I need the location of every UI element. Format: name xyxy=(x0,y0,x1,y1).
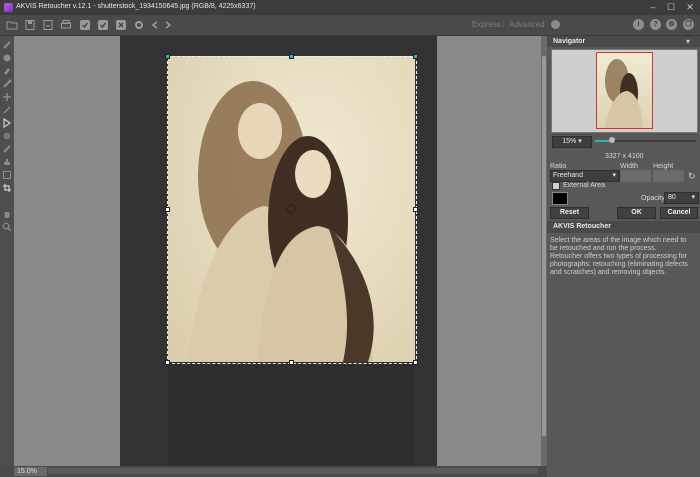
save-as-icon[interactable] xyxy=(42,19,54,31)
crop-handle-right[interactable] xyxy=(413,207,418,212)
ratio-value: Freehand xyxy=(553,172,583,179)
help-text: Select the areas of the image which need… xyxy=(550,237,694,277)
help-paragraph-2: Retoucher offers two types of processing… xyxy=(550,253,688,276)
chisel-icon[interactable] xyxy=(2,131,12,141)
image-dimensions: 3327 x 4100 xyxy=(605,153,644,160)
info-icon[interactable]: i xyxy=(633,19,644,30)
patch-icon[interactable] xyxy=(2,170,12,180)
pencil-icon[interactable] xyxy=(2,92,12,102)
close-button[interactable]: ✕ xyxy=(683,2,697,13)
help-paragraph-1: Select the areas of the image which need… xyxy=(550,237,687,252)
cancel-icon[interactable] xyxy=(115,19,127,31)
redo-icon[interactable] xyxy=(162,19,174,31)
crop-handle-left[interactable] xyxy=(165,207,170,212)
crop-handle-bottom-right[interactable] xyxy=(413,360,418,365)
crop-handle-top-left[interactable] xyxy=(165,54,170,59)
ok-button[interactable]: OK xyxy=(617,207,656,219)
navigator-view-frame[interactable] xyxy=(596,52,653,129)
print-icon[interactable] xyxy=(60,19,72,31)
stamp-icon[interactable] xyxy=(2,157,12,167)
minimize-button[interactable]: ‒ xyxy=(646,2,660,13)
crop-handle-top-right[interactable] xyxy=(413,54,418,59)
crop-handle-top[interactable] xyxy=(289,54,294,59)
main-toolbar: Express | Advanced i ? ⚙ ❐ xyxy=(0,15,700,36)
opacity-dropdown-icon: ▾ xyxy=(691,194,695,201)
opacity-input[interactable]: 80 ▾ xyxy=(664,192,699,204)
navigator-zoom-value: 15% xyxy=(562,138,577,145)
bucket-icon[interactable] xyxy=(2,118,12,128)
width-label: Width xyxy=(620,163,638,170)
help-title: AKVIS Retoucher xyxy=(553,223,611,230)
navigator-zoom-select[interactable]: 15% ▾ xyxy=(552,136,592,148)
crop-icon[interactable] xyxy=(2,183,12,193)
photo-outside-crop xyxy=(168,362,415,470)
crop-handle-bottom[interactable] xyxy=(289,360,294,365)
vertical-scroll-thumb[interactable] xyxy=(542,56,546,436)
navigator-zoom-slider-handle[interactable] xyxy=(609,137,615,143)
gear-icon[interactable]: ⚙ xyxy=(666,19,677,30)
app-logo-icon xyxy=(4,3,13,12)
crop-handle-bottom-left[interactable] xyxy=(165,360,170,365)
panel-toggle-icon[interactable]: ❐ xyxy=(683,19,694,30)
height-input[interactable] xyxy=(653,170,684,182)
reset-button[interactable]: Reset xyxy=(550,207,589,219)
external-area-color-swatch[interactable] xyxy=(552,192,568,205)
opacity-value: 80 xyxy=(668,194,676,201)
navigator-title: Navigator xyxy=(553,38,586,45)
history-brush-icon[interactable] xyxy=(2,144,12,154)
tube-icon[interactable] xyxy=(2,79,12,89)
save-icon[interactable] xyxy=(24,19,36,31)
mode-express[interactable]: Express xyxy=(472,20,501,29)
swap-dimensions-icon[interactable]: ↻ xyxy=(688,171,696,182)
selection-arrow-icon[interactable] xyxy=(2,105,12,115)
ratio-select[interactable]: Freehand ▾ xyxy=(550,170,620,182)
mode-separator: | xyxy=(502,20,505,29)
brush-icon[interactable] xyxy=(2,40,12,50)
hand-icon[interactable] xyxy=(2,209,12,219)
external-area-checkbox[interactable] xyxy=(552,182,560,190)
settings-icon[interactable] xyxy=(133,19,145,31)
external-area-label: External Area xyxy=(563,182,606,189)
width-input[interactable] xyxy=(620,170,651,182)
undo-icon[interactable] xyxy=(149,19,161,31)
open-icon[interactable] xyxy=(6,19,18,31)
maximize-button[interactable]: ☐ xyxy=(664,2,678,13)
zoom-level[interactable]: 15.0% xyxy=(14,467,47,476)
apply-icon[interactable] xyxy=(97,19,109,31)
title-bar: AKVIS Retoucher v.12.1 - shutterstock_19… xyxy=(0,0,700,15)
ratio-label: Ratio xyxy=(550,163,567,170)
navigator-menu-icon[interactable]: ▾ xyxy=(686,37,690,46)
run-icon[interactable] xyxy=(79,19,91,31)
zoom-icon[interactable] xyxy=(2,222,12,232)
mode-toggle-icon[interactable] xyxy=(551,20,560,29)
shape-icon[interactable] xyxy=(2,53,12,63)
horizontal-scrollbar[interactable] xyxy=(48,468,538,474)
eraser-icon[interactable] xyxy=(2,66,12,76)
ratio-dropdown-icon: ▾ xyxy=(612,172,616,179)
mode-advanced[interactable]: Advanced xyxy=(509,20,545,29)
height-label: Height xyxy=(653,163,674,170)
opacity-label: Opacity xyxy=(641,195,665,202)
help-icon[interactable]: ? xyxy=(650,19,661,30)
tools-panel xyxy=(0,36,14,477)
cancel-button[interactable]: Cancel xyxy=(660,207,698,219)
window-title: AKVIS Retoucher v.12.1 - shutterstock_19… xyxy=(16,3,256,10)
